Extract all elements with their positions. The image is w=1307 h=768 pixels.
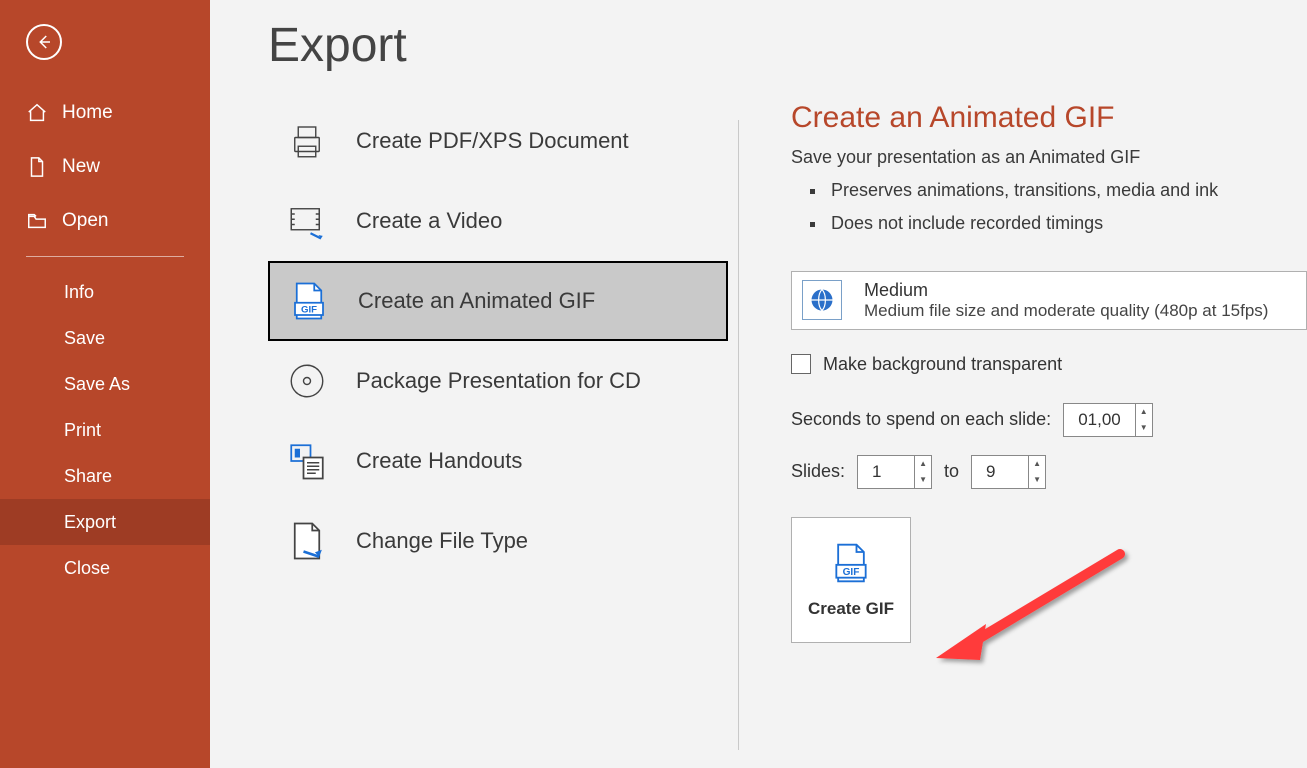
sidebar-item-close[interactable]: Close [0, 545, 210, 591]
sidebar-item-export[interactable]: Export [0, 499, 210, 545]
spinner-up-icon[interactable]: ▲ [1136, 404, 1152, 420]
gif-file-icon: GIF [288, 280, 330, 322]
export-option-label: Change File Type [356, 528, 528, 554]
spinner-down-icon[interactable]: ▼ [1029, 472, 1045, 488]
quality-text: Medium Medium file size and moderate qua… [864, 280, 1268, 321]
svg-text:GIF: GIF [843, 567, 860, 578]
sidebar-item-label: Home [62, 102, 113, 124]
sidebar-item-label: New [62, 156, 100, 178]
quality-name: Medium [864, 280, 1268, 301]
export-option-pdf[interactable]: Create PDF/XPS Document [268, 101, 728, 181]
arrow-left-icon [35, 33, 53, 51]
export-option-label: Create an Animated GIF [358, 288, 595, 314]
gif-file-icon: GIF [829, 541, 873, 589]
export-option-gif[interactable]: GIF Create an Animated GIF [268, 261, 728, 341]
cd-icon [286, 360, 328, 402]
sidebar-item-saveas[interactable]: Save As [0, 361, 210, 407]
transparent-checkbox[interactable] [791, 354, 811, 374]
seconds-value: 01,00 [1064, 410, 1135, 430]
folder-open-icon [26, 210, 48, 232]
slide-to-spinner[interactable]: 9 ▲ ▼ [971, 455, 1046, 489]
pane-description: Save your presentation as an Animated GI… [791, 147, 1307, 168]
sidebar-item-new[interactable]: New [0, 140, 210, 194]
sidebar-item-home[interactable]: Home [0, 86, 210, 140]
spinner-up-icon[interactable]: ▲ [915, 456, 931, 472]
quality-icon [802, 280, 842, 320]
slide-from-value: 1 [858, 462, 914, 482]
quality-dropdown[interactable]: Medium Medium file size and moderate qua… [791, 271, 1307, 330]
sidebar-item-print[interactable]: Print [0, 407, 210, 453]
seconds-spinner[interactable]: 01,00 ▲ ▼ [1063, 403, 1153, 437]
create-gif-button[interactable]: GIF Create GIF [791, 517, 911, 643]
sidebar-item-save[interactable]: Save [0, 315, 210, 361]
sidebar-item-label: Print [64, 420, 101, 441]
spinner-down-icon[interactable]: ▼ [1136, 420, 1152, 436]
export-type-list: Create PDF/XPS Document Create a Video G… [268, 101, 738, 768]
home-icon [26, 102, 48, 124]
slide-from-spinner[interactable]: 1 ▲ ▼ [857, 455, 932, 489]
change-file-type-icon [286, 520, 328, 562]
export-option-handouts[interactable]: Create Handouts [268, 421, 728, 501]
sidebar-item-label: Close [64, 558, 110, 579]
sidebar-separator [26, 256, 184, 257]
sidebar-item-label: Export [64, 512, 116, 533]
printer-icon [286, 120, 328, 162]
transparent-label: Make background transparent [823, 354, 1062, 375]
sidebar-item-label: Save [64, 328, 105, 349]
bullet-item: Preserves animations, transitions, media… [827, 174, 1307, 207]
spinner-up-icon[interactable]: ▲ [1029, 456, 1045, 472]
new-file-icon [26, 156, 48, 178]
sidebar-item-open[interactable]: Open [0, 194, 210, 248]
seconds-label: Seconds to spend on each slide: [791, 409, 1051, 430]
sidebar-item-label: Share [64, 466, 112, 487]
export-option-changetype[interactable]: Change File Type [268, 501, 728, 581]
vertical-separator [738, 120, 739, 750]
pane-title: Create an Animated GIF [791, 101, 1307, 135]
export-option-label: Package Presentation for CD [356, 368, 641, 394]
export-option-label: Create Handouts [356, 448, 522, 474]
slides-to-label: to [944, 461, 959, 482]
export-option-package[interactable]: Package Presentation for CD [268, 341, 728, 421]
sidebar-item-info[interactable]: Info [0, 269, 210, 315]
svg-text:GIF: GIF [301, 304, 317, 315]
handouts-icon [286, 440, 328, 482]
backstage-sidebar: Home New Open Info Save Save As Print Sh… [0, 0, 210, 768]
main-area: Export Create PDF/XPS Document Create a … [210, 0, 1307, 768]
create-gif-label: Create GIF [808, 599, 894, 619]
sidebar-item-label: Open [62, 210, 108, 232]
export-option-label: Create a Video [356, 208, 502, 234]
export-option-label: Create PDF/XPS Document [356, 128, 629, 154]
sidebar-item-label: Info [64, 282, 94, 303]
export-option-video[interactable]: Create a Video [268, 181, 728, 261]
export-details-pane: Create an Animated GIF Save your present… [791, 101, 1307, 768]
page-title: Export [268, 18, 1307, 73]
sidebar-item-share[interactable]: Share [0, 453, 210, 499]
pane-bullets: Preserves animations, transitions, media… [791, 174, 1307, 241]
back-button[interactable] [26, 24, 62, 60]
video-icon [286, 200, 328, 242]
sidebar-item-label: Save As [64, 374, 130, 395]
slides-label: Slides: [791, 461, 845, 482]
spinner-down-icon[interactable]: ▼ [915, 472, 931, 488]
slide-to-value: 9 [972, 462, 1028, 482]
quality-detail: Medium file size and moderate quality (4… [864, 301, 1268, 321]
bullet-item: Does not include recorded timings [827, 207, 1307, 240]
